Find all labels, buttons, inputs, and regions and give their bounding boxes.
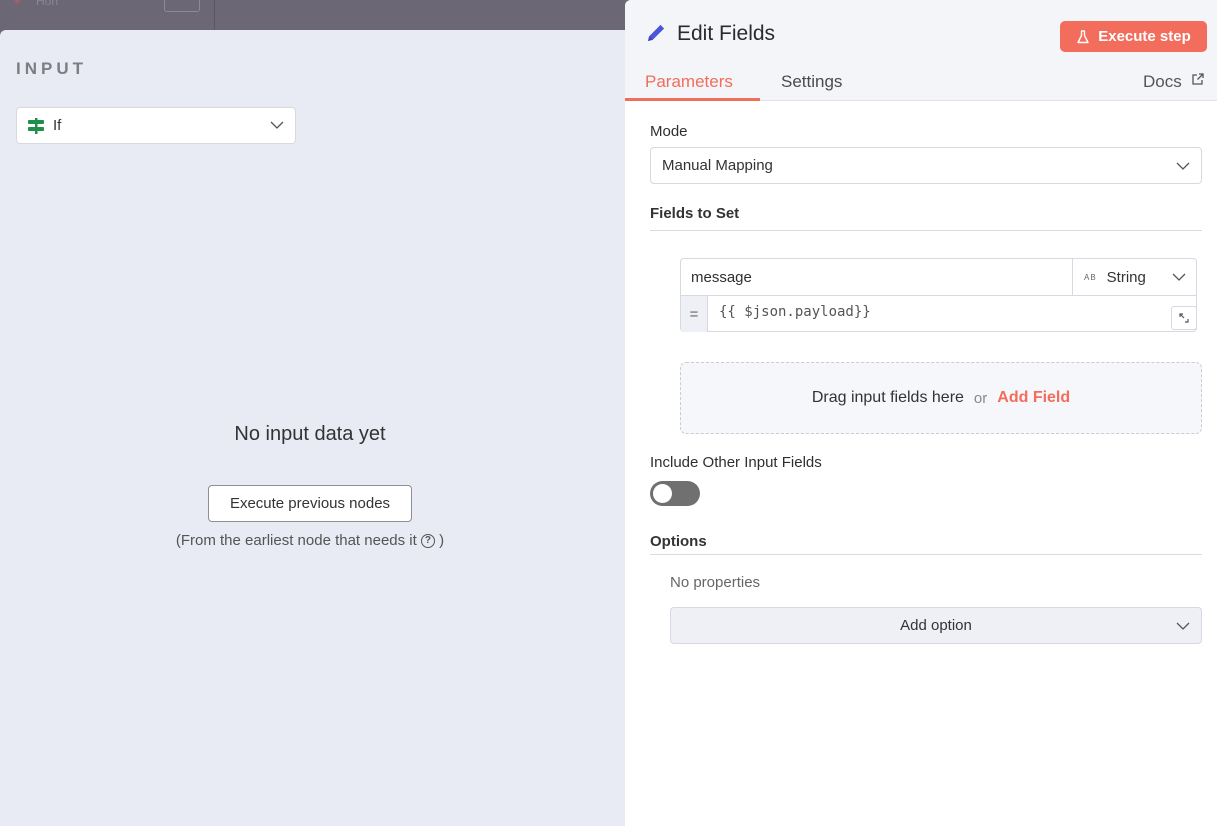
hint-text-end: ) <box>439 532 445 549</box>
string-type-icon: AB <box>1084 272 1097 282</box>
add-option-label: Add option <box>900 617 972 634</box>
execute-previous-nodes-button[interactable]: Execute previous nodes <box>208 485 412 522</box>
empty-state-title: No input data yet <box>234 423 386 445</box>
chevron-down-icon <box>270 121 284 129</box>
canvas-toolbar-button <box>164 0 200 12</box>
drop-zone-or: or <box>973 389 988 407</box>
tab-settings[interactable]: Settings <box>781 72 842 92</box>
no-properties-text: No properties <box>670 574 761 591</box>
include-other-fields-label: Include Other Input Fields <box>650 454 822 471</box>
input-panel-title: INPUT <box>16 59 87 78</box>
empty-state-hint: (From the earliest node that needs it ? … <box>0 532 620 549</box>
pencil-icon <box>648 24 665 41</box>
field-name-input[interactable]: message <box>681 259 1073 296</box>
mode-select[interactable]: Manual Mapping <box>650 147 1202 184</box>
mode-label: Mode <box>650 123 688 140</box>
options-label: Options <box>650 533 707 550</box>
tab-parameters[interactable]: Parameters <box>645 72 733 92</box>
add-option-button[interactable]: Add option <box>670 607 1202 644</box>
expand-editor-button[interactable] <box>1171 306 1197 330</box>
panel-title: Edit Fields <box>677 22 776 45</box>
workflow-icon: ⚭ <box>12 0 23 8</box>
field-assignment: message AB String = {{ $json.payload}} <box>680 258 1197 332</box>
divider <box>650 554 1202 555</box>
execute-step-button[interactable]: Execute step <box>1060 21 1207 52</box>
field-value-input[interactable]: {{ $json.payload}} <box>719 304 871 320</box>
active-tab-indicator <box>625 98 760 101</box>
field-type-select[interactable]: AB String <box>1073 259 1197 296</box>
execute-step-label: Execute step <box>1098 28 1191 45</box>
help-icon[interactable]: ? <box>420 534 435 548</box>
include-other-fields-toggle[interactable] <box>650 481 700 506</box>
expand-icon <box>1179 313 1189 323</box>
docs-link[interactable]: Docs <box>1143 72 1182 92</box>
if-node-icon <box>28 117 44 134</box>
input-node-select[interactable]: If <box>16 107 296 144</box>
flask-icon <box>1077 29 1089 43</box>
drop-zone-text: Drag input fields here <box>811 389 964 406</box>
field-drop-zone[interactable]: Drag input fields here or Add Field <box>680 362 1202 434</box>
external-link-icon[interactable] <box>1191 72 1205 86</box>
fields-to-set-label: Fields to Set <box>650 205 740 222</box>
field-type-value: String <box>1106 268 1146 286</box>
chevron-down-icon <box>1176 162 1190 170</box>
panel-header: Edit Fields Execute step Parameters Sett… <box>625 0 1217 101</box>
canvas-divider <box>214 0 215 30</box>
canvas-breadcrumb: Hori <box>36 0 59 8</box>
input-node-label: If <box>53 117 62 134</box>
canvas-backdrop: ⚭ Hori <box>0 0 625 30</box>
add-field-button[interactable]: Add Field <box>997 389 1070 407</box>
node-parameters-panel: Edit Fields Execute step Parameters Sett… <box>625 0 1217 826</box>
mode-value: Manual Mapping <box>662 157 773 174</box>
assignment-operator: = <box>681 296 708 332</box>
input-panel: INPUT If No input data yet Execute previ… <box>0 30 625 826</box>
chevron-down-icon <box>1176 622 1190 630</box>
hint-text: (From the earliest node that needs it <box>175 532 417 549</box>
divider <box>650 230 1202 231</box>
chevron-down-icon <box>1172 273 1186 281</box>
toggle-knob <box>653 484 672 503</box>
